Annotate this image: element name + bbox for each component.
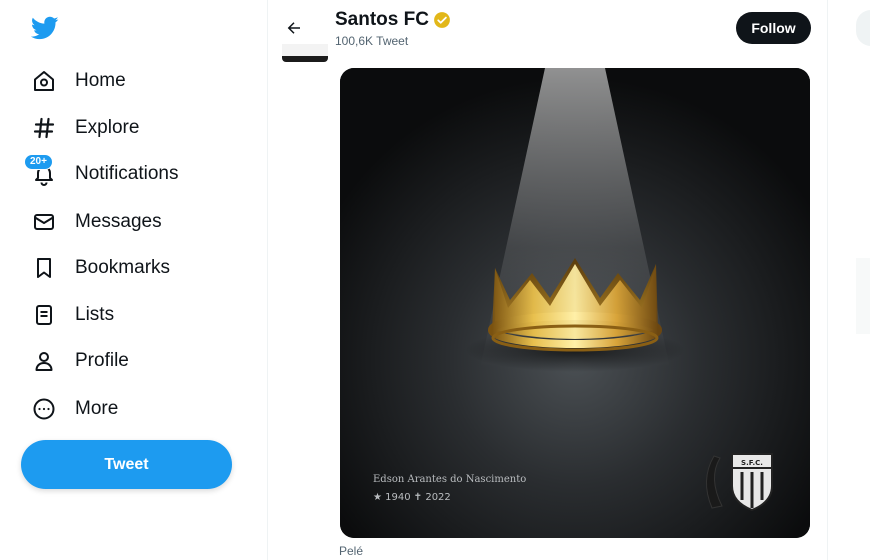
nav-item-home[interactable]: Home [30, 63, 126, 99]
tweet-button[interactable]: Tweet [21, 440, 232, 489]
nav-label-messages: Messages [75, 211, 162, 232]
tweet-media-image[interactable]: Edson Arantes do Nascimento ★ 1940 ✝ 202… [340, 68, 810, 538]
bell-icon: 20+ [24, 154, 58, 188]
person-icon [30, 347, 58, 375]
crest-text: S.F.C. [741, 459, 763, 467]
search-input[interactable] [856, 10, 870, 46]
tweet-caption: Pelé [339, 544, 364, 558]
nav-item-explore[interactable]: Explore [30, 110, 139, 146]
list-icon [30, 301, 58, 329]
follow-button[interactable]: Follow [736, 12, 811, 44]
twitter-logo-icon[interactable] [30, 14, 59, 42]
nav-item-lists[interactable]: Lists [30, 297, 114, 333]
bookmark-icon [30, 254, 58, 282]
nav-item-more[interactable]: More [30, 391, 118, 427]
nav-item-messages[interactable]: Messages [30, 204, 162, 240]
profile-header: Santos FC 100,6K Tweet Follow [268, 0, 827, 56]
profile-name: Santos FC [335, 9, 429, 30]
home-icon [30, 67, 58, 95]
envelope-icon [30, 208, 58, 236]
arrow-left-icon [287, 22, 300, 34]
nav-label-more: More [75, 398, 119, 419]
back-button[interactable] [278, 12, 310, 44]
main-column: Santos FC 100,6K Tweet Follow Edson Aran… [268, 0, 828, 560]
nav-label-notifications: Notifications [75, 163, 179, 184]
profile-name-row: Santos FC [335, 9, 451, 31]
tweet-count: 100,6K Tweet [335, 34, 409, 48]
hashtag-icon [30, 114, 58, 142]
nav-label-explore: Explore [75, 117, 140, 138]
nav-label-profile: Profile [75, 350, 129, 371]
left-sidebar: Home Explore 20+ Notifications Messages … [0, 0, 268, 560]
nav-label-home: Home [75, 70, 126, 91]
nav-label-lists: Lists [75, 304, 115, 325]
nav-label-bookmarks: Bookmarks [75, 257, 171, 278]
nav-item-notifications[interactable]: 20+ Notifications [24, 154, 179, 192]
media-name-text: Edson Arantes do Nascimento [373, 474, 526, 485]
verified-badge-icon [434, 12, 450, 28]
more-circle-icon [30, 395, 58, 423]
trends-panel [856, 258, 870, 334]
media-dates-text: ★ 1940 ✝ 2022 [373, 492, 451, 503]
nav-item-profile[interactable]: Profile [30, 343, 129, 379]
notification-badge: 20+ [24, 154, 53, 170]
nav-item-bookmarks[interactable]: Bookmarks [30, 250, 170, 286]
